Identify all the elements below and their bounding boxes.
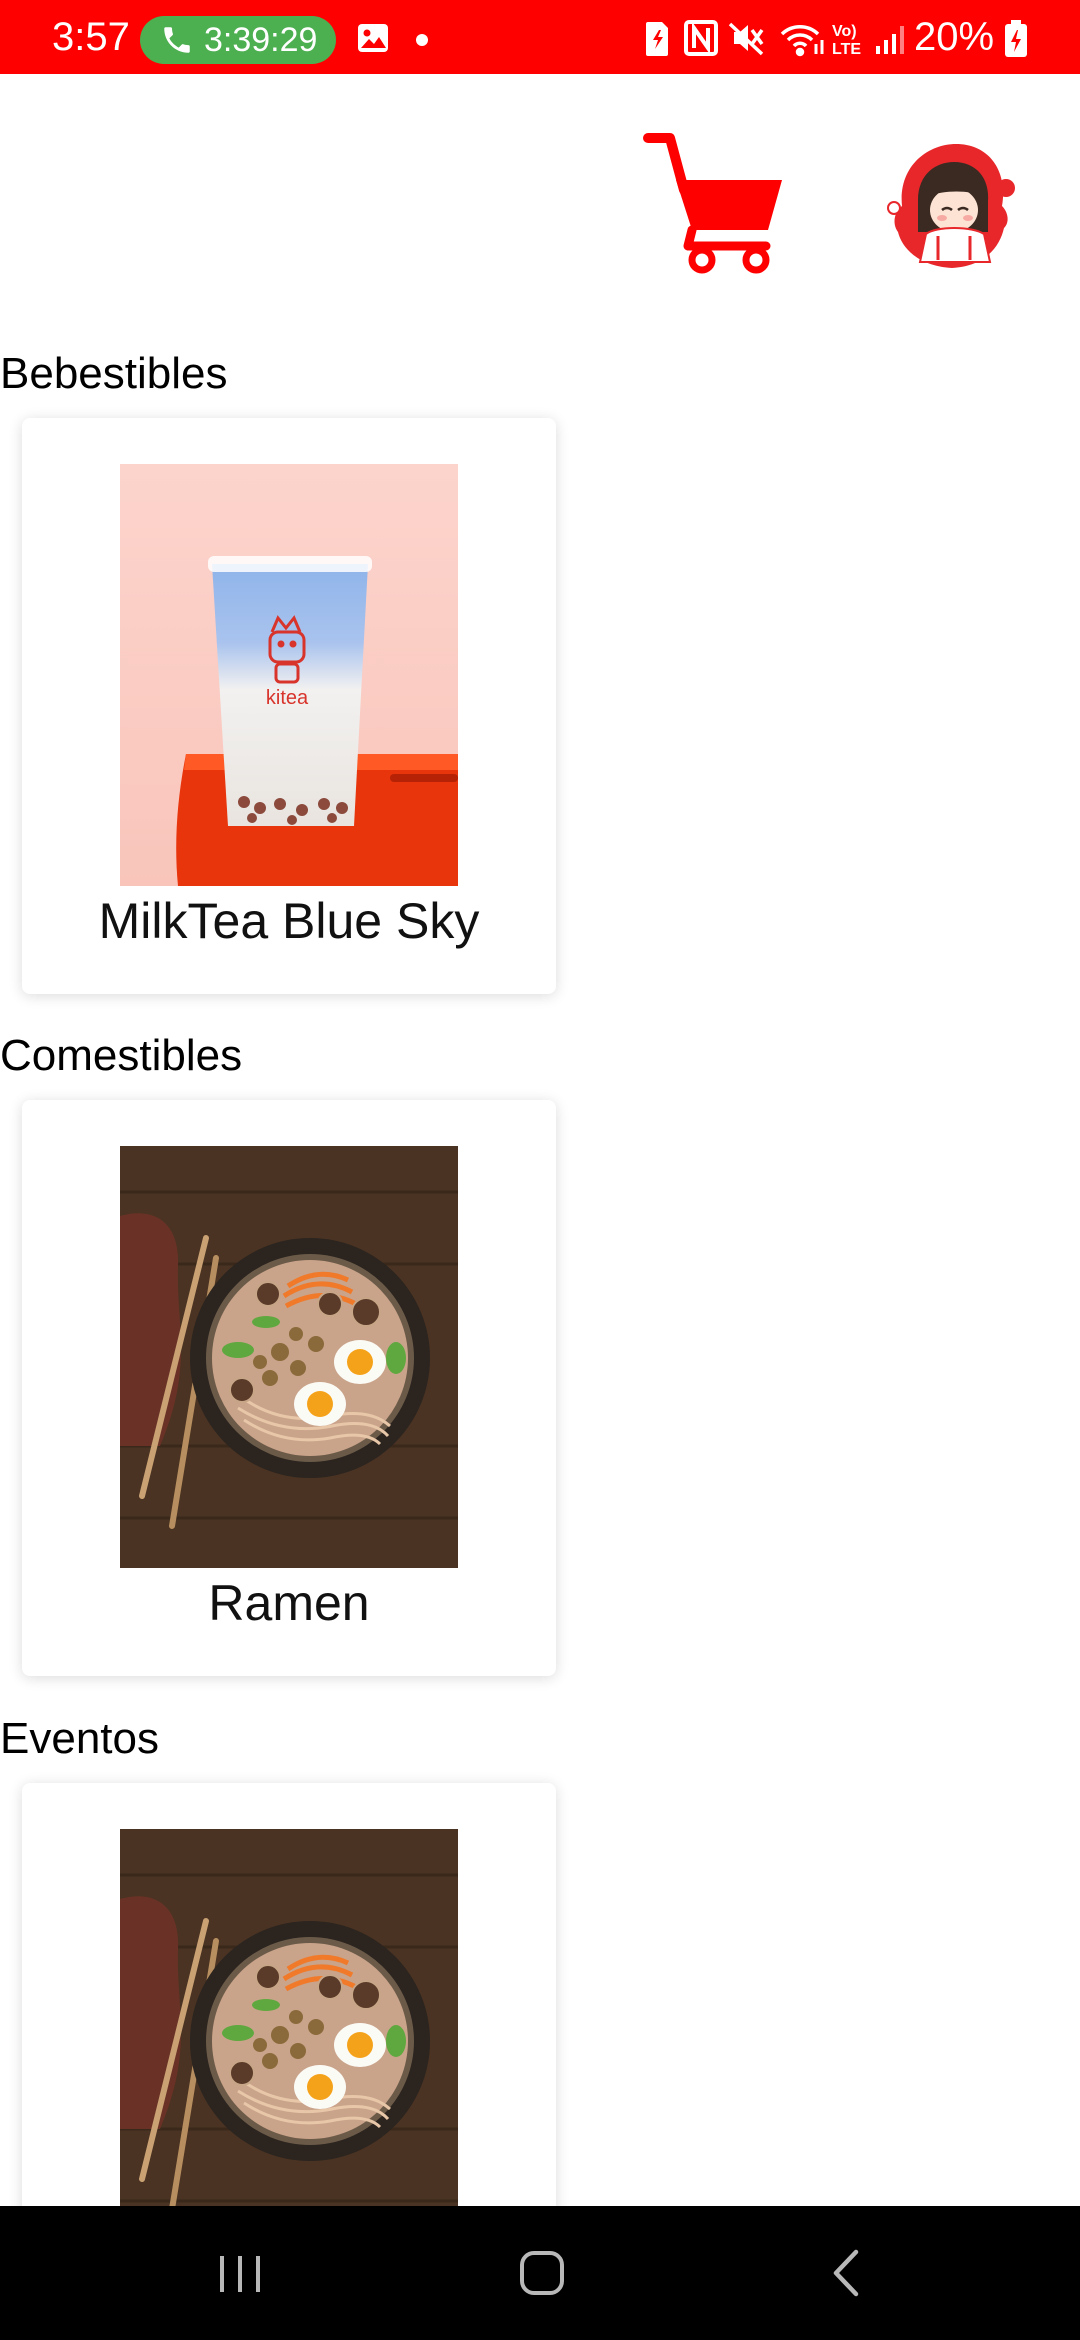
signal-icon bbox=[876, 26, 904, 54]
product-label: Ramen bbox=[208, 1575, 370, 1631]
milk-tea-image: kitea bbox=[120, 464, 458, 886]
ramen-image bbox=[120, 1829, 458, 2251]
avatar[interactable] bbox=[880, 136, 1020, 276]
section-title-eventos: Eventos bbox=[0, 1714, 159, 1763]
svg-text:LTE: LTE bbox=[832, 41, 861, 58]
status-bar: 3:57 3:39:29 Vo) LTE 20% bbox=[0, 0, 1080, 74]
navigation-bar bbox=[0, 2206, 1080, 2340]
recent-apps-icon[interactable] bbox=[200, 2238, 280, 2308]
battery-percent: 20% bbox=[914, 15, 995, 59]
ramen-image bbox=[120, 1146, 458, 1568]
back-icon[interactable] bbox=[806, 2238, 886, 2308]
wifi-icon bbox=[780, 25, 824, 57]
product-label: MilkTea Blue Sky bbox=[98, 893, 480, 949]
product-card-milktea[interactable]: kitea MilkTea Blue Sky bbox=[22, 418, 556, 994]
phone-icon bbox=[164, 27, 190, 53]
ongoing-call-chip[interactable]: 3:39:29 bbox=[140, 16, 336, 64]
status-icons: Vo) LTE bbox=[646, 20, 904, 58]
section-title-comestibles: Comestibles bbox=[0, 1031, 243, 1080]
volte-icon: Vo) LTE bbox=[832, 23, 861, 58]
home-icon[interactable] bbox=[502, 2238, 582, 2308]
app-screen: 3:57 3:39:29 Vo) LTE 20% Bebestibles kit… bbox=[0, 0, 1080, 2340]
battery-icon bbox=[1005, 20, 1027, 57]
svg-text:kitea: kitea bbox=[266, 687, 309, 709]
svg-text:Vo): Vo) bbox=[832, 23, 857, 40]
product-card-ramen[interactable]: Ramen bbox=[22, 1100, 556, 1676]
nfc-icon bbox=[684, 20, 718, 56]
cart-icon[interactable] bbox=[640, 130, 790, 280]
call-timer: 3:39:29 bbox=[204, 21, 318, 59]
mute-icon bbox=[728, 22, 764, 56]
notification-dot bbox=[416, 34, 428, 46]
sim-icon bbox=[646, 22, 668, 56]
section-title-bebestibles: Bebestibles bbox=[0, 349, 228, 398]
gallery-icon bbox=[358, 24, 388, 52]
status-time: 3:57 bbox=[52, 15, 130, 59]
